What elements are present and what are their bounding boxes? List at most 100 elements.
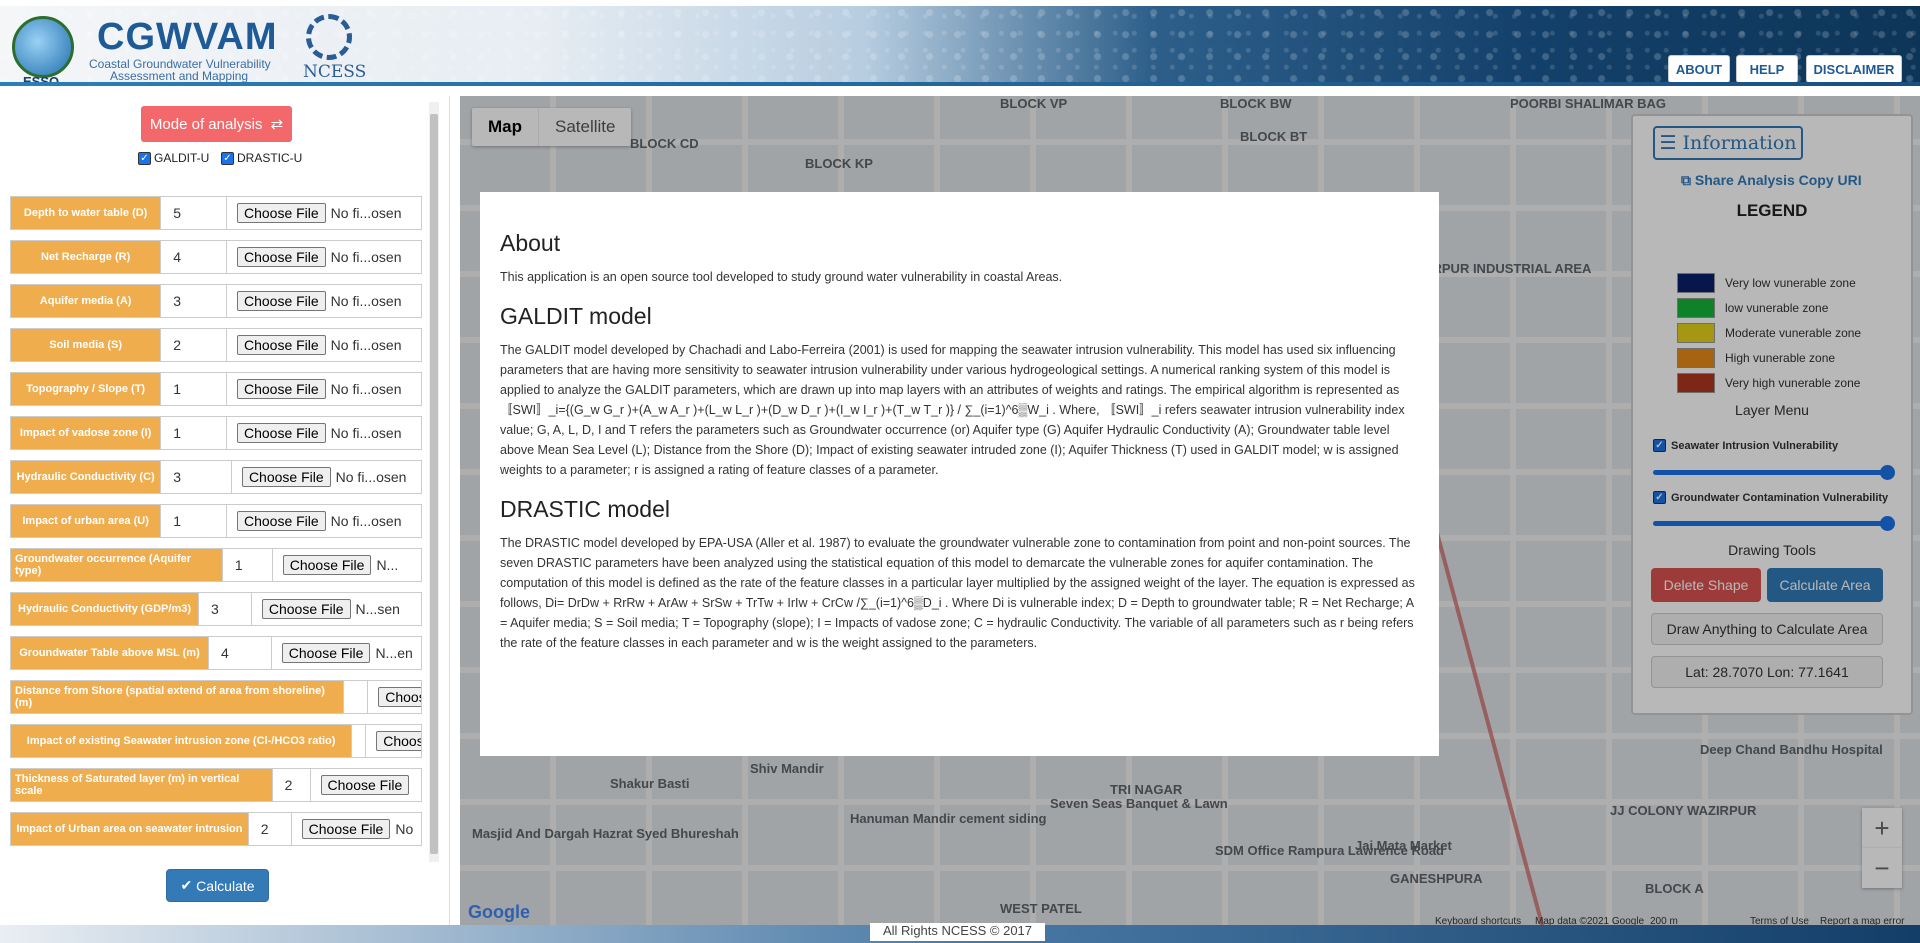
about-modal: About This application is an open source…: [480, 192, 1439, 756]
check-icon: ✔: [180, 877, 193, 893]
header-background: [0, 6, 1920, 86]
param-value-input[interactable]: 1: [160, 373, 226, 405]
param-row: Hydraulic Conductivity (GDP/m3) 3 Choose…: [10, 592, 422, 626]
param-label: Thickness of Saturated layer (m) in vert…: [11, 769, 272, 801]
param-label: Distance from Shore (spatial extend of a…: [11, 681, 344, 713]
param-file-input[interactable]: Choose File No fi...osen: [230, 461, 421, 493]
file-status: N...en: [375, 645, 413, 661]
param-file-input[interactable]: Choose File No fi...osen: [225, 329, 421, 361]
calculate-button[interactable]: ✔ Calculate: [166, 869, 269, 902]
choose-file-button[interactable]: Choose File: [301, 819, 391, 839]
galdit-text: The GALDIT model developed by Chachadi a…: [500, 343, 1405, 477]
param-value-input[interactable]: 1: [160, 505, 226, 537]
param-label: Impact of vadose zone (I): [11, 417, 161, 449]
scrollbar-thumb[interactable]: [430, 114, 438, 854]
choose-file-button[interactable]: Choose File: [236, 203, 326, 223]
choose-file-button[interactable]: Choose File: [236, 291, 326, 311]
param-row: Distance from Shore (spatial extend of a…: [10, 680, 422, 714]
galdit-checkbox[interactable]: ✓ GALDIT-U: [138, 151, 209, 165]
param-file-input[interactable]: Choose File N...: [271, 549, 421, 581]
param-row: Impact of urban area (U) 1 Choose File No…: [10, 504, 422, 538]
param-value-input[interactable]: [351, 725, 365, 757]
calculate-label: Calculate: [196, 877, 255, 894]
param-value-input[interactable]: [343, 681, 367, 713]
choose-file-button[interactable]: Choose File: [281, 643, 371, 663]
param-value-input[interactable]: 1: [160, 417, 226, 449]
param-label: Hydraulic Conductivity (C): [11, 461, 161, 493]
param-file-input[interactable]: Choose File: [365, 725, 421, 757]
galdit-checkbox-label: GALDIT-U: [154, 151, 210, 165]
drastic-checkbox[interactable]: ✓ DRASTIC-U: [221, 151, 302, 165]
param-file-input[interactable]: Choose File: [309, 769, 421, 801]
file-status: No fi...osen: [330, 249, 402, 265]
param-file-input[interactable]: Choose File No fi...osen: [225, 285, 421, 317]
sidebar-scrollbar[interactable]: [429, 102, 439, 862]
checkbox-check-icon: ✓: [221, 151, 234, 165]
choose-file-button[interactable]: Choose File: [261, 599, 351, 619]
param-label: Depth to water table (D): [11, 197, 161, 229]
file-status: No fi...osen: [330, 337, 402, 353]
param-label: Impact of Urban area on seawater intrusi…: [11, 813, 248, 845]
choose-file-button[interactable]: Choose File: [236, 247, 326, 267]
drastic-title: DRASTIC model: [500, 496, 670, 522]
param-row: Impact of existing Seawater intrusion zo…: [10, 724, 422, 758]
checkbox-check-icon: ✓: [138, 151, 151, 165]
file-status: No fi...osen: [330, 381, 402, 397]
site-footer: All Rights NCESS © 2017: [0, 923, 1920, 943]
file-status: No: [395, 821, 414, 837]
param-value-input[interactable]: 3: [198, 593, 251, 625]
choose-file-button[interactable]: Choose File: [236, 511, 326, 531]
header-bottom-bar: [0, 82, 1920, 86]
param-row: Aquifer media (A) 3 Choose File No fi...o…: [10, 284, 422, 318]
param-row: Groundwater occurrence (Aquifer type) 1 …: [10, 548, 422, 582]
param-value-input[interactable]: 2: [247, 813, 291, 845]
parameter-sidebar: Mode of analysis ⇄ ✓ GALDIT-U ✓ DRASTIC-…: [0, 96, 450, 943]
ncess-logo: [306, 14, 352, 60]
param-row: Groundwater Table above MSL (m) 4 Choose…: [10, 636, 422, 670]
param-file-input[interactable]: Choose File No fi...osen: [225, 505, 421, 537]
file-status: N...sen: [355, 601, 400, 617]
mode-of-analysis-button[interactable]: Mode of analysis ⇄: [141, 106, 292, 142]
param-row: Thickness of Saturated layer (m) in vert…: [10, 768, 422, 802]
drastic-text: The DRASTIC model developed by EPA-USA (…: [500, 536, 1415, 650]
param-value-input[interactable]: 2: [160, 329, 226, 361]
nav-help-button[interactable]: HELP: [1736, 55, 1798, 83]
param-row: Topography / Slope (T) 1 Choose File No f…: [10, 372, 422, 406]
param-value-input[interactable]: 1: [221, 549, 272, 581]
param-file-input[interactable]: Choose File N...en: [270, 637, 421, 669]
choose-file-button[interactable]: Choose File: [236, 335, 326, 355]
app-title: CGWVAM: [97, 16, 278, 58]
param-file-input[interactable]: Choose File N...sen: [250, 593, 421, 625]
param-value-input[interactable]: 2: [271, 769, 310, 801]
param-row: Hydraulic Conductivity (C) 3 Choose File…: [10, 460, 422, 494]
choose-file-button[interactable]: Choose File: [241, 467, 331, 487]
param-file-input[interactable]: Choose File No: [290, 813, 421, 845]
param-label: Topography / Slope (T): [11, 373, 161, 405]
choose-file-button[interactable]: Choose File: [376, 731, 421, 751]
param-label: Impact of existing Seawater intrusion zo…: [11, 725, 352, 757]
footer-copyright: All Rights NCESS © 2017: [870, 923, 1045, 941]
file-status: No fi...osen: [330, 425, 402, 441]
param-value-input[interactable]: 3: [160, 461, 231, 493]
choose-file-button[interactable]: Choose File: [378, 687, 421, 707]
param-file-input[interactable]: Choose File No fi...osen: [225, 241, 421, 273]
param-value-input[interactable]: 3: [160, 285, 226, 317]
nav-disclaimer-button[interactable]: DISCLAIMER: [1806, 55, 1902, 83]
param-value-input[interactable]: 4: [208, 637, 271, 669]
choose-file-button[interactable]: Choose File: [320, 775, 410, 795]
param-row: Net Recharge (R) 4 Choose File No fi...os…: [10, 240, 422, 274]
param-label: Aquifer media (A): [11, 285, 161, 317]
param-file-input[interactable]: Choose File No fi...osen: [225, 417, 421, 449]
param-file-input[interactable]: Choose File No fi...osen: [225, 373, 421, 405]
nav-about-button[interactable]: ABOUT: [1668, 55, 1730, 83]
ncess-logo-label: NCESS: [303, 62, 367, 82]
choose-file-button[interactable]: Choose File: [236, 423, 326, 443]
param-value-input[interactable]: 4: [160, 241, 226, 273]
param-file-input[interactable]: Choose File: [367, 681, 421, 713]
param-value-input[interactable]: 5: [160, 197, 226, 229]
param-label: Groundwater occurrence (Aquifer type): [11, 549, 222, 581]
choose-file-button[interactable]: Choose File: [282, 555, 372, 575]
choose-file-button[interactable]: Choose File: [236, 379, 326, 399]
param-file-input[interactable]: Choose File No fi...osen: [225, 197, 421, 229]
galdit-title: GALDIT model: [500, 303, 652, 329]
